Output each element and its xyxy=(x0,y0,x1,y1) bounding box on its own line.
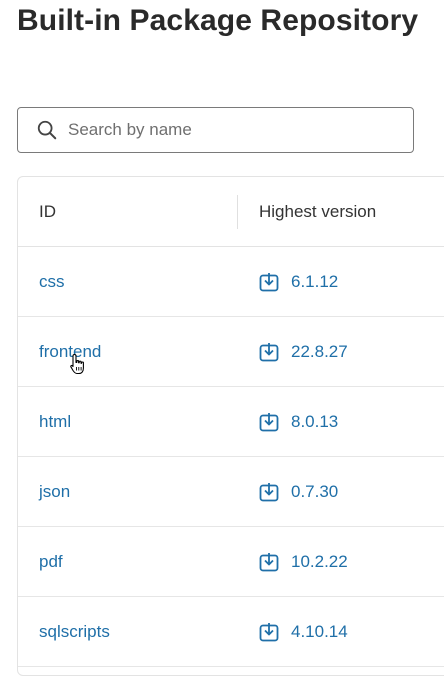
column-header-highest-version[interactable]: Highest version xyxy=(259,177,376,246)
page-title: Built-in Package Repository xyxy=(17,4,419,37)
package-id-link[interactable]: json xyxy=(39,457,70,526)
table-row: css 6.1.12 xyxy=(18,247,444,317)
table-header: ID Highest version xyxy=(18,177,444,247)
package-id-link[interactable]: css xyxy=(39,247,65,316)
version-cell: 8.0.13 xyxy=(259,387,338,456)
download-icon[interactable] xyxy=(259,412,279,432)
package-id-link[interactable]: frontend xyxy=(39,317,101,386)
table-row: frontend 22.8.27 xyxy=(18,317,444,387)
table-row: html 8.0.13 xyxy=(18,387,444,457)
version-link[interactable]: 8.0.13 xyxy=(291,412,338,432)
search-input[interactable] xyxy=(68,120,401,140)
download-icon[interactable] xyxy=(259,482,279,502)
version-link[interactable]: 6.1.12 xyxy=(291,272,338,292)
download-icon[interactable] xyxy=(259,342,279,362)
package-id-link[interactable]: pdf xyxy=(39,527,63,596)
search-box[interactable] xyxy=(17,107,414,153)
version-cell: 0.7.30 xyxy=(259,457,338,526)
download-icon[interactable] xyxy=(259,272,279,292)
package-id-link[interactable]: html xyxy=(39,387,71,456)
version-link[interactable]: 0.7.30 xyxy=(291,482,338,502)
download-icon[interactable] xyxy=(259,622,279,642)
column-divider[interactable] xyxy=(237,195,238,229)
version-cell: 22.8.27 xyxy=(259,317,348,386)
packages-table: ID Highest version css 6.1.12 frontend 2… xyxy=(17,176,444,676)
table-row: sqlscripts 4.10.14 xyxy=(18,597,444,667)
version-link[interactable]: 10.2.22 xyxy=(291,552,348,572)
version-cell: 6.1.12 xyxy=(259,247,338,316)
version-link[interactable]: 22.8.27 xyxy=(291,342,348,362)
version-link[interactable]: 4.10.14 xyxy=(291,622,348,642)
column-header-id[interactable]: ID xyxy=(39,177,56,246)
table-row: pdf 10.2.22 xyxy=(18,527,444,597)
search-icon xyxy=(37,120,57,140)
version-cell: 4.10.14 xyxy=(259,597,348,666)
download-icon[interactable] xyxy=(259,552,279,572)
version-cell: 10.2.22 xyxy=(259,527,348,596)
package-id-link[interactable]: sqlscripts xyxy=(39,597,110,666)
table-row: json 0.7.30 xyxy=(18,457,444,527)
